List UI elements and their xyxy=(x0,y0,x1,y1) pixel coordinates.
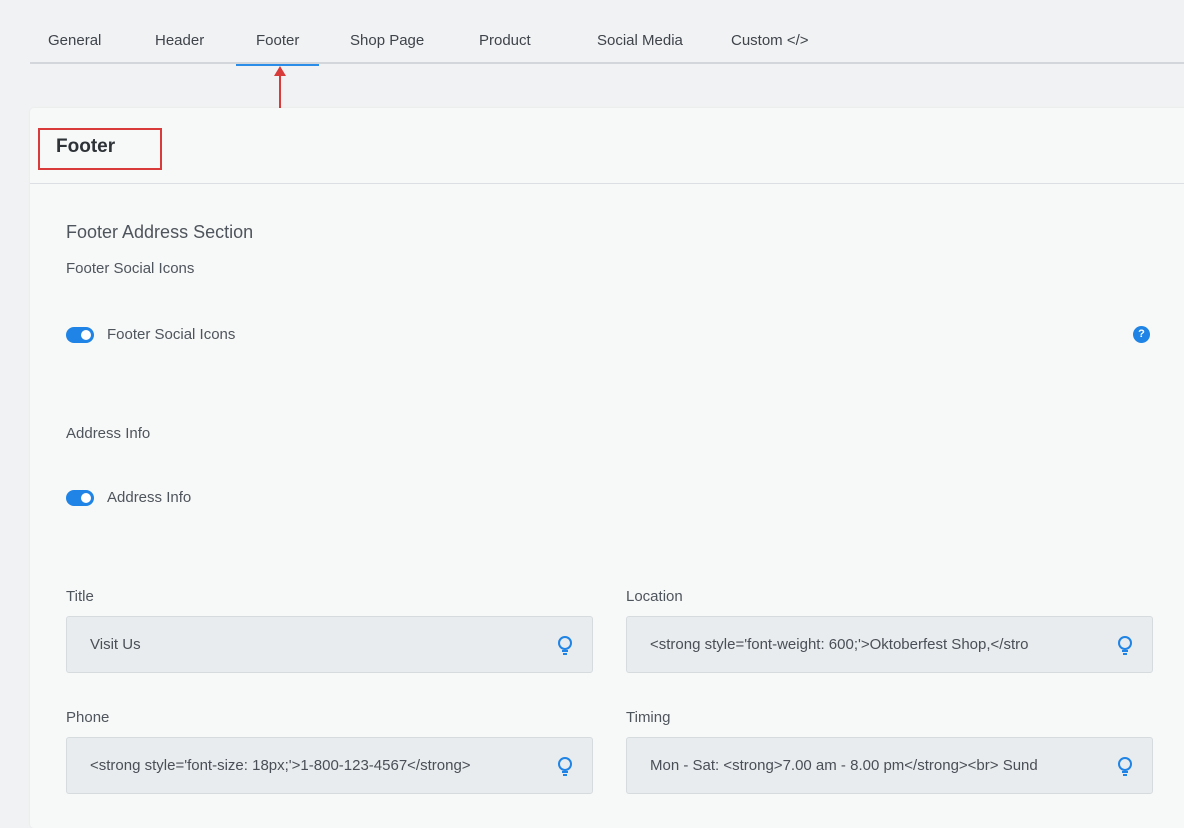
tab-general[interactable]: General xyxy=(48,18,101,64)
phone-input[interactable]: <strong style='font-size: 18px;'>1-800-1… xyxy=(66,737,593,794)
settings-tabs: General Header Footer Shop Page Product … xyxy=(30,18,1184,66)
timing-input[interactable]: Mon - Sat: <strong>7.00 am - 8.00 pm</st… xyxy=(626,737,1153,794)
tab-header[interactable]: Header xyxy=(155,18,204,64)
phone-field-label: Phone xyxy=(66,709,110,726)
title-field-label: Title xyxy=(66,588,94,605)
tab-custom[interactable]: Custom </> xyxy=(731,18,809,64)
timing-input-value: Mon - Sat: <strong>7.00 am - 8.00 pm</st… xyxy=(650,757,1038,774)
address-info-group-label: Address Info xyxy=(66,425,151,442)
toggle-knob xyxy=(81,493,91,503)
address-info-toggle-label: Address Info xyxy=(107,489,192,506)
location-field-label: Location xyxy=(626,588,683,605)
address-info-toggle[interactable] xyxy=(66,490,94,506)
section-title: Footer Address Section xyxy=(66,222,254,242)
social-icons-toggle-label: Footer Social Icons xyxy=(107,326,236,343)
social-icons-group-label: Footer Social Icons xyxy=(66,260,195,277)
tab-footer[interactable]: Footer xyxy=(235,18,320,66)
panel-header: Footer xyxy=(30,108,1184,184)
lightbulb-icon[interactable] xyxy=(558,636,572,655)
tab-social-media[interactable]: Social Media xyxy=(597,18,683,64)
help-icon[interactable]: ? xyxy=(1133,326,1150,343)
lightbulb-icon[interactable] xyxy=(1118,636,1132,655)
location-input[interactable]: <strong style='font-weight: 600;'>Oktobe… xyxy=(626,616,1153,673)
panel-title: Footer xyxy=(56,136,116,157)
social-icons-toggle[interactable] xyxy=(66,327,94,343)
location-input-value: <strong style='font-weight: 600;'>Oktobe… xyxy=(650,636,1029,653)
toggle-knob xyxy=(81,330,91,340)
timing-field-label: Timing xyxy=(626,709,671,726)
footer-settings-panel: Footer Footer Address Section Footer Soc… xyxy=(30,108,1184,828)
title-input[interactable]: Visit Us xyxy=(66,616,593,673)
title-input-value: Visit Us xyxy=(90,636,141,653)
tab-product[interactable]: Product xyxy=(479,18,531,64)
lightbulb-icon[interactable] xyxy=(1118,757,1132,776)
phone-input-value: <strong style='font-size: 18px;'>1-800-1… xyxy=(90,757,471,774)
tab-shop-page[interactable]: Shop Page xyxy=(350,18,424,64)
lightbulb-icon[interactable] xyxy=(558,757,572,776)
